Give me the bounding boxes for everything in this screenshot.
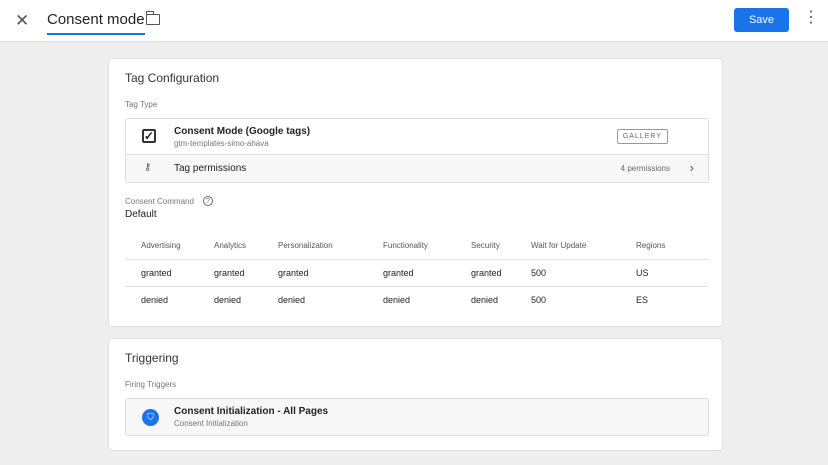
permissions-count: 4 permissions — [620, 164, 670, 173]
cell: granted — [125, 258, 214, 286]
consent-table: Advertising Analytics Personalization Fu… — [125, 233, 708, 313]
cell: 500 — [531, 258, 636, 286]
cell: ES — [636, 285, 708, 313]
col-header: Security — [471, 241, 500, 251]
triggering-card[interactable]: Triggering Firing Triggers ⛉ Consent Ini… — [108, 338, 723, 451]
table-row: denied denied denied denied denied 500 ES — [125, 285, 708, 313]
trigger-name: Consent Initialization - All Pages — [174, 406, 329, 417]
col-header: Advertising — [141, 241, 181, 251]
header: ✕ Consent mode Save ⋮ — [0, 0, 828, 42]
tag-configuration-card[interactable]: Tag Configuration Tag Type ✓ Consent Mod… — [108, 58, 723, 327]
section-heading: Tag Configuration — [125, 71, 220, 85]
tag-type-row[interactable]: ✓ Consent Mode (Google tags) gtm-templat… — [126, 119, 708, 155]
cell: granted — [383, 258, 471, 286]
cell: granted — [214, 258, 278, 286]
trigger-row[interactable]: ⛉ Consent Initialization - All Pages Con… — [125, 398, 709, 436]
cell: denied — [125, 285, 214, 313]
col-header: Wait for Update — [531, 241, 587, 251]
gallery-badge[interactable]: GALLERY — [616, 129, 668, 144]
tag-name-title[interactable]: Consent mode — [47, 11, 145, 35]
tag-type-box: ✓ Consent Mode (Google tags) gtm-templat… — [125, 118, 709, 183]
close-icon[interactable]: ✕ — [15, 11, 29, 31]
col-header: Analytics — [214, 241, 247, 251]
tag-type-name: Consent Mode (Google tags) — [174, 126, 311, 137]
help-icon[interactable]: ? — [203, 196, 213, 206]
consent-command-label: Consent Command — [125, 197, 194, 206]
key-icon: ⚷ — [144, 162, 152, 173]
tag-permissions-row[interactable]: ⚷ Tag permissions 4 permissions › — [126, 155, 708, 182]
tag-permissions-label: Tag permissions — [174, 163, 247, 174]
folder-icon[interactable] — [145, 11, 160, 25]
tag-type-label: Tag Type — [125, 100, 158, 109]
consent-command-value[interactable]: Default — [125, 209, 157, 220]
cell: denied — [278, 285, 383, 313]
cell: granted — [471, 258, 531, 286]
checkbox-template-icon: ✓ — [142, 129, 156, 143]
cell: denied — [214, 285, 278, 313]
cell: denied — [471, 285, 531, 313]
save-button[interactable]: Save — [734, 8, 789, 32]
firing-triggers-label: Firing Triggers — [125, 380, 177, 389]
cell: US — [636, 258, 708, 286]
trigger-shield-icon: ⛉ — [142, 409, 159, 426]
chevron-right-icon: › — [689, 160, 694, 175]
cell: 500 — [531, 285, 636, 313]
col-header: Functionality — [383, 241, 428, 251]
cell: denied — [383, 285, 471, 313]
section-heading: Triggering — [125, 351, 179, 365]
tag-type-source: gtm-templates-simo-ahava — [174, 139, 269, 148]
col-header: Regions — [636, 241, 666, 251]
cell: granted — [278, 258, 383, 286]
more-vert-icon[interactable]: ⋮ — [803, 10, 819, 26]
trigger-type: Consent Initialization — [174, 419, 248, 428]
col-header: Personalization — [278, 241, 333, 251]
table-row: granted granted granted granted granted 500 US — [125, 258, 708, 286]
